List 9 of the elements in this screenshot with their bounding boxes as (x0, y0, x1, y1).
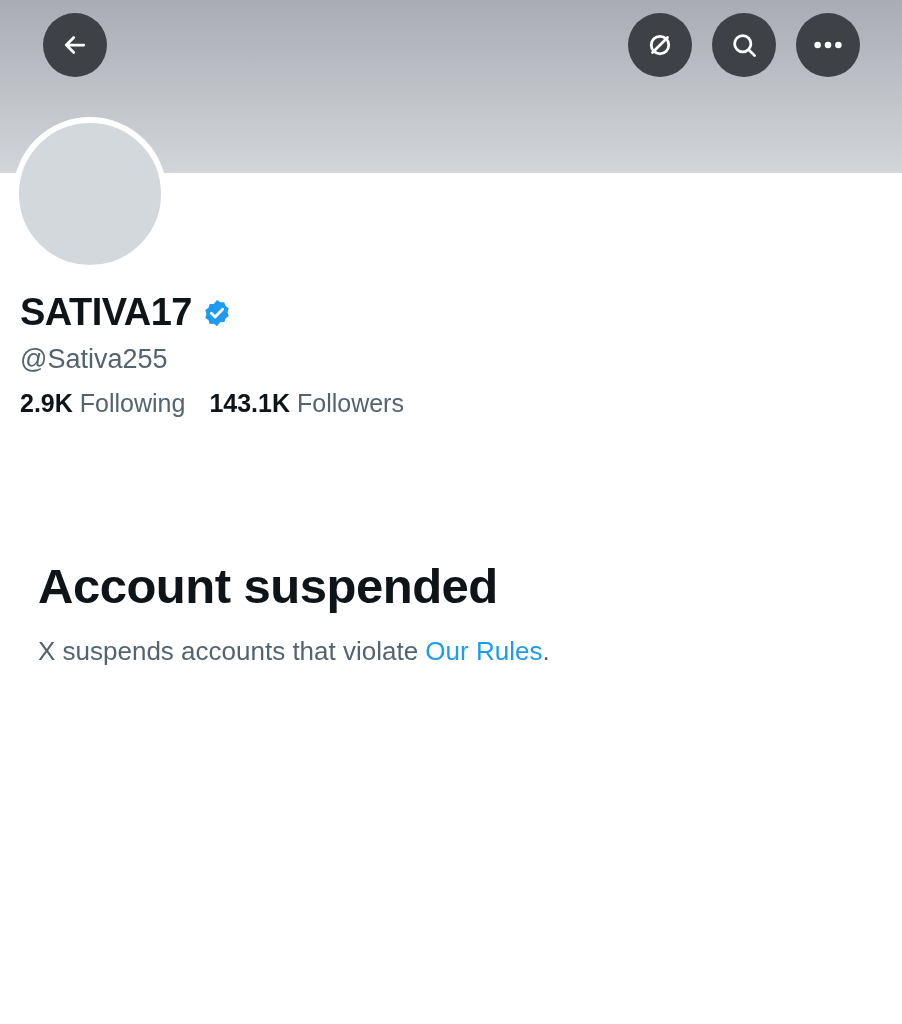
more-icon (814, 41, 842, 49)
stat-label[interactable]: Followers (296, 389, 404, 417)
stat-label[interactable]: Following (79, 389, 186, 417)
suspension-message: X suspends accounts that violate Our Rules. (38, 636, 551, 667)
profile-name: SATIVA17 (20, 291, 192, 334)
profile-handle: @Sativa255 (20, 344, 169, 375)
stat-count: 143.1K (209, 389, 290, 417)
stat-count: 2.9K (20, 389, 73, 417)
suspended-heading: Account suspended (38, 558, 499, 614)
